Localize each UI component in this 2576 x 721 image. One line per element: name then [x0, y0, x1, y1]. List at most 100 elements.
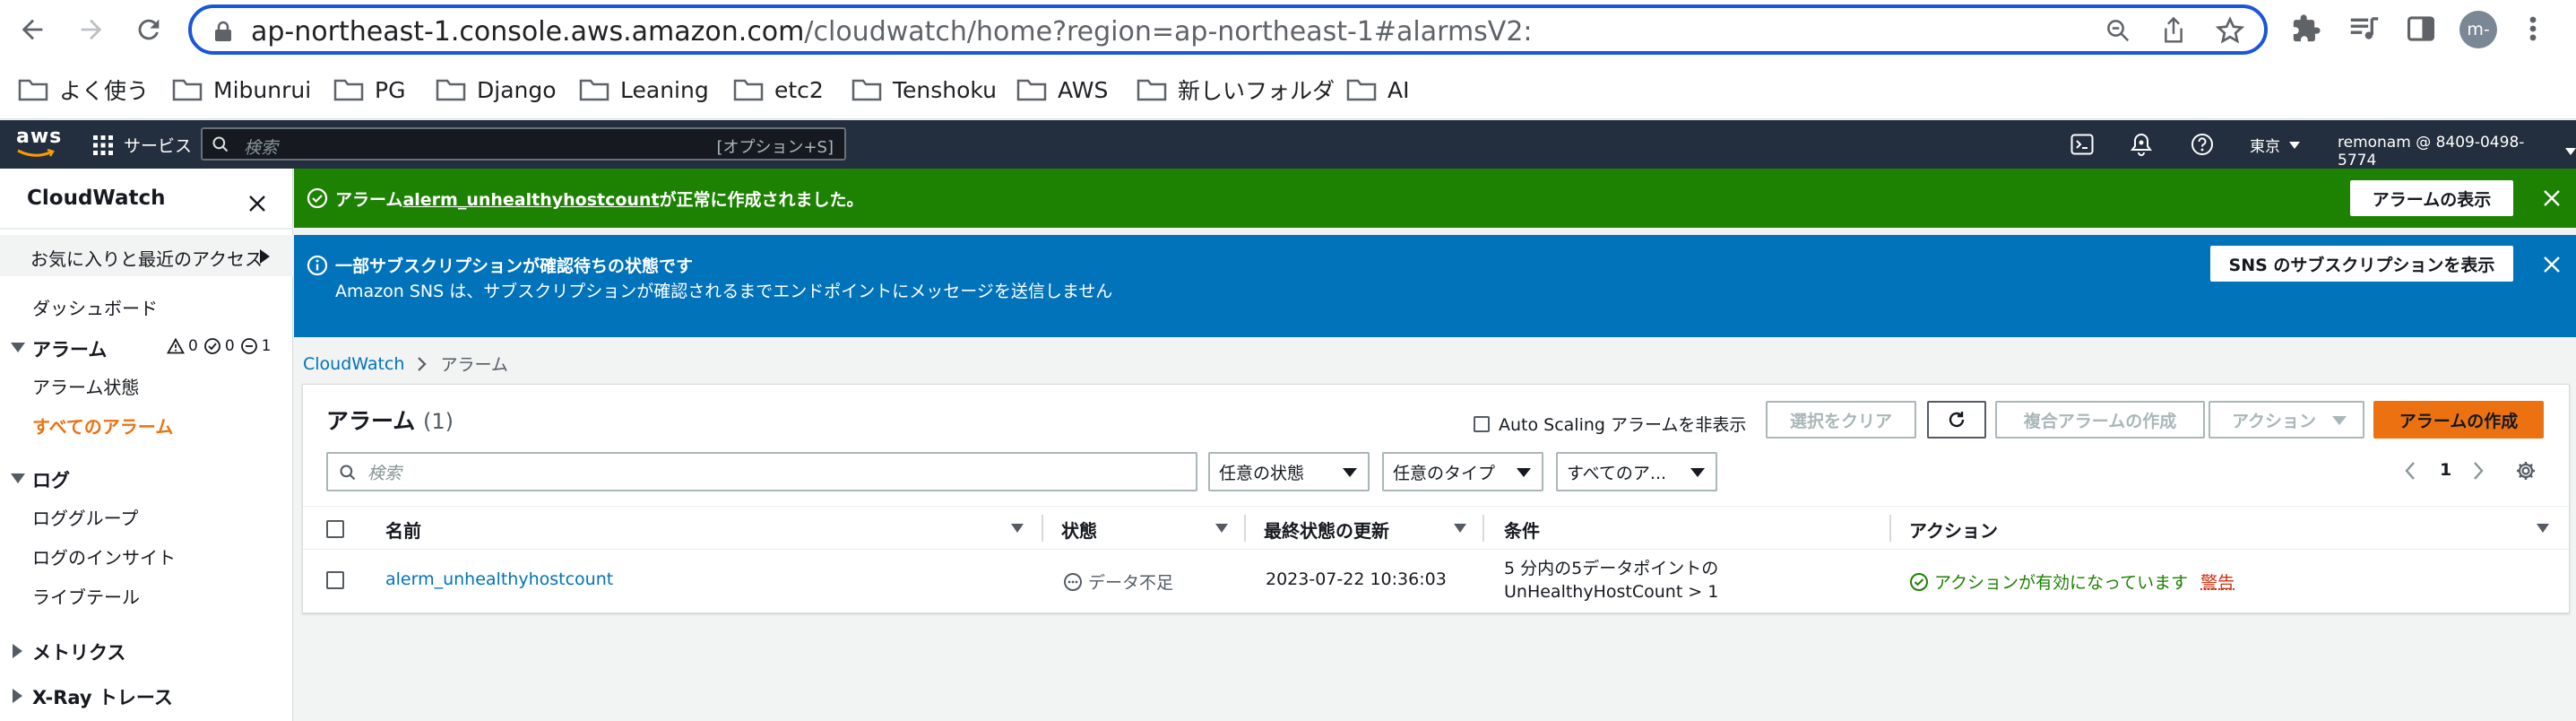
- create-alarm-button[interactable]: アラームの作成: [2373, 401, 2544, 439]
- column-header-name[interactable]: 名前: [385, 517, 421, 543]
- folder-icon: [1137, 79, 1167, 101]
- bookmark-folder[interactable]: Django: [436, 70, 557, 109]
- actions-filter-select[interactable]: すべてのア...: [1556, 452, 1717, 491]
- actions-warning-link[interactable]: 警告: [2200, 569, 2235, 594]
- aws-search-input[interactable]: 検索 [オプション+S]: [201, 127, 846, 161]
- sidebar-title: CloudWatch: [27, 187, 166, 210]
- row-checkbox[interactable]: [326, 571, 344, 589]
- create-composite-alarm-button[interactable]: 複合アラームの作成: [1995, 401, 2205, 439]
- extensions-icon[interactable]: [2291, 13, 2321, 44]
- breadcrumb-cloudwatch[interactable]: CloudWatch: [303, 354, 404, 374]
- select-all-checkbox[interactable]: [326, 520, 344, 538]
- sidebar-item-alarm-status[interactable]: アラーム状態: [32, 373, 139, 399]
- bookmark-folder[interactable]: etc2: [733, 70, 824, 109]
- browser-menu-icon[interactable]: [2528, 13, 2538, 44]
- caret-down-icon[interactable]: [11, 343, 25, 352]
- bookmark-folder[interactable]: AI: [1346, 70, 1409, 109]
- caret-down-icon: [1343, 468, 1357, 477]
- side-panel-icon[interactable]: [2406, 13, 2436, 44]
- sort-icon[interactable]: [1011, 524, 1024, 533]
- bookmark-label: 新しいフォルダ: [1178, 78, 1336, 104]
- close-icon[interactable]: [2542, 188, 2562, 208]
- state-filter-value: 任意の状態: [1219, 463, 1305, 483]
- star-icon[interactable]: [2216, 16, 2244, 45]
- sidebar-section-alarms[interactable]: アラーム: [32, 335, 107, 362]
- address-bar[interactable]: ap-northeast-1.console.aws.amazon.com/cl…: [188, 4, 2268, 55]
- sidebar-section-xray[interactable]: X-Ray トレース: [32, 683, 173, 710]
- folder-icon: [436, 79, 466, 101]
- close-icon[interactable]: [247, 194, 267, 213]
- clear-selection-button[interactable]: 選択をクリア: [1766, 401, 1916, 439]
- bookmark-folder[interactable]: Mibunrui: [172, 70, 311, 109]
- account-menu[interactable]: remonam @ 8409-0498-5774: [2338, 134, 2576, 169]
- hide-autoscaling-toggle[interactable]: Auto Scaling アラームを非表示: [1474, 412, 1746, 436]
- bookmark-label: PG: [375, 76, 406, 103]
- bookmark-folder[interactable]: 新しいフォルダ: [1137, 70, 1335, 109]
- column-header-state[interactable]: 状態: [1061, 517, 1097, 543]
- aws-logo[interactable]: aws: [16, 126, 63, 161]
- check-circle-icon: [1910, 572, 1928, 591]
- favorites-section[interactable]: お気に入りと最近のアクセス: [0, 235, 293, 276]
- media-icon[interactable]: [2348, 13, 2381, 44]
- reload-button[interactable]: [129, 10, 169, 49]
- close-icon[interactable]: [2542, 255, 2562, 274]
- cloudshell-icon[interactable]: [2070, 134, 2094, 155]
- bookmark-folder[interactable]: Tenshoku: [851, 70, 997, 109]
- divider: [0, 228, 293, 230]
- view-sns-subscriptions-button[interactable]: SNS のサブスクリプションを表示: [2210, 246, 2513, 282]
- view-alarm-button[interactable]: アラームの表示: [2350, 180, 2513, 216]
- settings-gear-icon[interactable]: [2515, 460, 2537, 482]
- sort-icon[interactable]: [1454, 524, 1466, 533]
- sidebar-section-logs[interactable]: ログ: [32, 466, 70, 493]
- column-header-last-update[interactable]: 最終状態の更新: [1264, 517, 1389, 543]
- chevron-right-icon[interactable]: [2472, 461, 2485, 481]
- share-icon[interactable]: [2160, 16, 2187, 45]
- sidebar-item-log-groups[interactable]: ロググループ: [32, 504, 138, 530]
- refresh-button[interactable]: [1927, 401, 1986, 439]
- column-separator[interactable]: [1482, 515, 1484, 542]
- profile-avatar[interactable]: m-: [2459, 11, 2497, 48]
- bookmark-label: Mibunrui: [213, 76, 312, 103]
- services-label: サービス: [124, 136, 193, 156]
- folder-icon: [1016, 79, 1047, 101]
- forward-button[interactable]: [72, 10, 111, 49]
- chevron-left-icon[interactable]: [2404, 461, 2416, 481]
- actions-cell: アクションが有効になっています 警告: [1909, 569, 2235, 594]
- bookmark-folder[interactable]: PG: [333, 70, 405, 109]
- caret-down-icon[interactable]: [11, 473, 25, 483]
- bookmark-label: AWS: [1058, 76, 1109, 103]
- sort-icon[interactable]: [2537, 524, 2549, 533]
- sidebar-item-log-insights[interactable]: ログのインサイト: [32, 543, 176, 569]
- alarm-search-input[interactable]: 検索: [326, 452, 1197, 491]
- services-menu[interactable]: サービス: [93, 133, 192, 157]
- sidebar-section-metrics[interactable]: メトリクス: [32, 638, 125, 665]
- aws-logo-text: aws: [16, 126, 63, 148]
- sidebar-item-all-alarms[interactable]: すべてのアラーム: [32, 413, 173, 439]
- hide-autoscaling-checkbox[interactable]: [1474, 415, 1490, 432]
- help-icon[interactable]: [2191, 133, 2214, 156]
- region-selector[interactable]: 東京: [2250, 134, 2300, 156]
- bookmark-folder[interactable]: よく使う: [18, 70, 149, 109]
- bookmark-folder[interactable]: AWS: [1016, 70, 1108, 109]
- sort-icon[interactable]: [1215, 524, 1228, 533]
- state-filter-select[interactable]: 任意の状態: [1208, 452, 1370, 491]
- sidebar-item-live-tail[interactable]: ライブテール: [32, 583, 140, 609]
- page-number[interactable]: 1: [2440, 460, 2451, 480]
- column-separator[interactable]: [1244, 515, 1246, 542]
- type-filter-select[interactable]: 任意のタイプ: [1382, 452, 1543, 491]
- alarm-name-link[interactable]: alerm_unhealthyhostcount: [385, 569, 613, 589]
- alarm-name-link[interactable]: alerm_unhealthyhostcount: [402, 190, 659, 210]
- caret-right-icon[interactable]: [13, 644, 22, 658]
- sidebar-item-dashboard[interactable]: ダッシュボード: [32, 294, 158, 320]
- actions-enabled-text: アクションが有効になっています: [1934, 573, 2189, 593]
- breadcrumb: CloudWatch アラーム: [303, 352, 508, 376]
- column-separator[interactable]: [1889, 515, 1891, 542]
- back-button[interactable]: [13, 10, 52, 49]
- caret-down-icon: [2332, 416, 2347, 425]
- column-separator[interactable]: [1042, 515, 1043, 542]
- bell-icon[interactable]: [2130, 132, 2153, 157]
- actions-dropdown[interactable]: アクション: [2209, 401, 2364, 439]
- bookmark-folder[interactable]: Leaning: [579, 70, 709, 109]
- caret-right-icon[interactable]: [13, 689, 22, 703]
- zoom-icon[interactable]: [2105, 17, 2131, 44]
